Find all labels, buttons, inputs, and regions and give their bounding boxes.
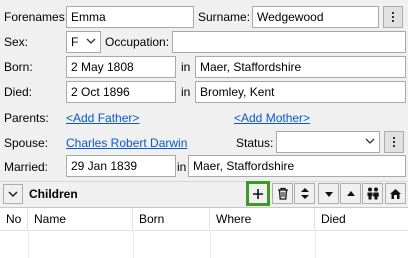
- more-dots-icon: [392, 12, 394, 22]
- chevron-down-icon: [365, 137, 375, 148]
- occupation-label: Occupation:: [105, 35, 170, 49]
- surname-field[interactable]: Wedgewood: [252, 6, 379, 28]
- forenames-field[interactable]: Emma: [66, 6, 194, 28]
- married-date-field[interactable]: 29 Jan 1839: [66, 155, 176, 177]
- home-button[interactable]: [385, 183, 406, 204]
- status-more-button[interactable]: [384, 131, 404, 153]
- move-down-button[interactable]: [318, 183, 339, 204]
- sort-icon: [300, 188, 309, 199]
- home-icon: [390, 188, 401, 199]
- children-title: Children: [29, 187, 78, 201]
- delete-child-button[interactable]: [272, 183, 293, 204]
- married-place-field[interactable]: Maer, Staffordshire: [188, 155, 406, 177]
- married-label: Married:: [4, 160, 49, 174]
- people-icon: [367, 187, 379, 200]
- column-divider: [210, 231, 211, 258]
- column-divider: [133, 231, 134, 258]
- status-select[interactable]: [276, 131, 380, 153]
- sex-value: F: [71, 35, 79, 49]
- born-in-label: in: [181, 60, 191, 74]
- siblings-button[interactable]: [362, 183, 383, 204]
- sex-select[interactable]: F: [66, 31, 101, 53]
- add-father-link[interactable]: <Add Father>: [66, 111, 139, 125]
- parents-label: Parents:: [4, 111, 49, 125]
- column-divider: [28, 231, 29, 258]
- born-date-field[interactable]: 2 May 1808: [66, 56, 176, 78]
- occupation-field[interactable]: [172, 31, 406, 53]
- add-child-button[interactable]: [246, 181, 270, 206]
- spouse-link[interactable]: Charles Robert Darwin: [66, 136, 187, 150]
- chevron-down-icon: [8, 191, 18, 198]
- children-table[interactable]: No Name Born Where Died: [0, 207, 408, 258]
- born-place-field[interactable]: Maer, Staffordshire: [195, 56, 406, 78]
- move-down-icon: [324, 191, 333, 197]
- forenames-label: Forenames:: [4, 10, 69, 24]
- spouse-label: Spouse:: [4, 136, 49, 150]
- chevron-down-icon: [86, 37, 96, 48]
- column-header-name[interactable]: Name: [28, 208, 133, 230]
- children-collapse-button[interactable]: [3, 184, 23, 204]
- died-label: Died:: [4, 85, 33, 99]
- column-header-where[interactable]: Where: [210, 208, 315, 230]
- plus-icon: [253, 188, 263, 199]
- died-in-label: in: [181, 85, 191, 99]
- surname-more-button[interactable]: [383, 6, 403, 28]
- move-up-icon: [346, 190, 355, 196]
- sex-label: Sex:: [4, 35, 29, 49]
- move-up-button[interactable]: [340, 183, 361, 204]
- column-header-born[interactable]: Born: [133, 208, 210, 230]
- column-header-died[interactable]: Died: [315, 208, 408, 230]
- married-in-label: in: [177, 160, 187, 174]
- header-divider: [0, 230, 408, 231]
- sort-children-button[interactable]: [294, 183, 315, 204]
- born-label: Born:: [4, 60, 33, 74]
- column-divider: [315, 231, 316, 258]
- died-place-field[interactable]: Bromley, Kent: [195, 81, 406, 103]
- surname-label: Surname:: [198, 10, 251, 24]
- add-mother-link[interactable]: <Add Mother>: [234, 111, 310, 125]
- status-label: Status:: [236, 136, 274, 150]
- died-date-field[interactable]: 2 Oct 1896: [66, 81, 176, 103]
- more-dots-icon: [393, 137, 395, 147]
- trash-icon: [277, 187, 288, 200]
- column-header-no[interactable]: No: [0, 208, 28, 230]
